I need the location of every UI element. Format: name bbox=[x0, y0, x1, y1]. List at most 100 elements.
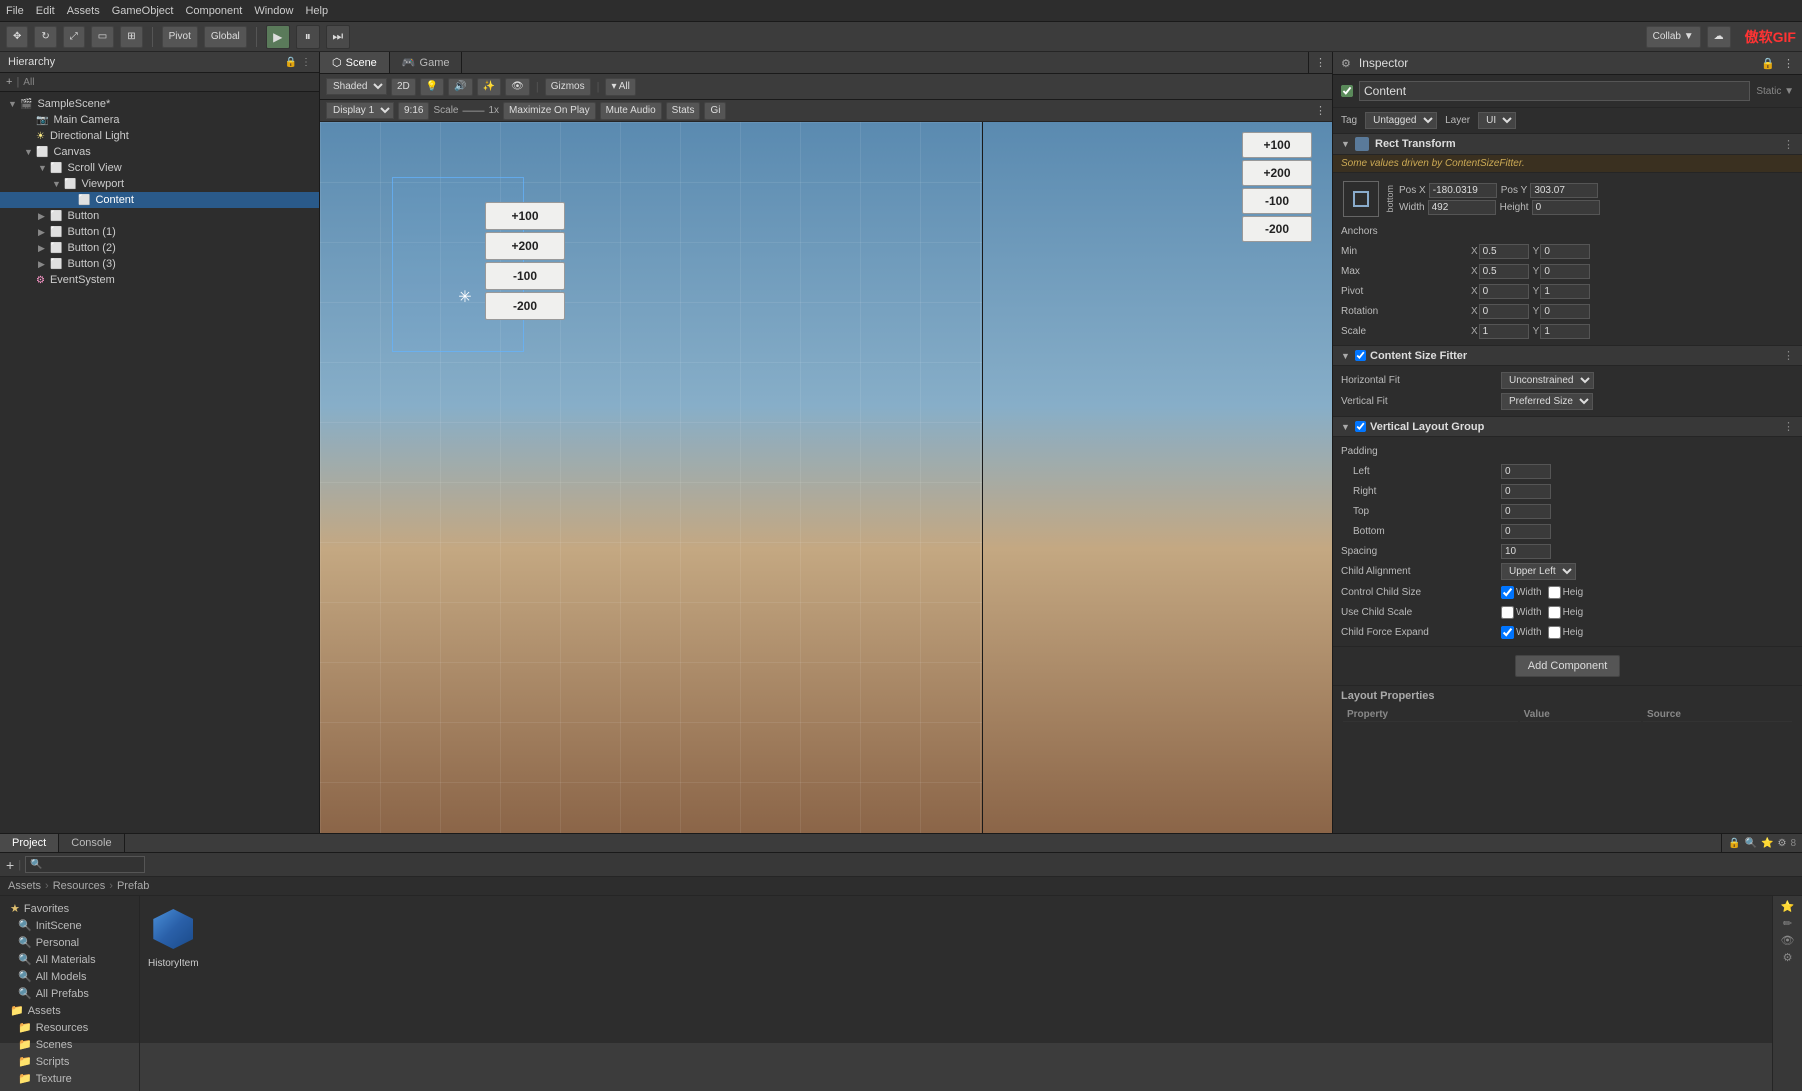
rot-x[interactable] bbox=[1479, 304, 1529, 319]
scene-fx[interactable]: ✨ bbox=[477, 78, 501, 96]
scene-lights[interactable]: 💡 bbox=[420, 78, 444, 96]
hierarchy-add[interactable]: + bbox=[6, 76, 12, 88]
child-alignment-dropdown[interactable]: Upper Left bbox=[1501, 563, 1576, 580]
bottom-search[interactable]: 🔍 bbox=[1745, 838, 1757, 849]
bottom-tab-console[interactable]: Console bbox=[59, 834, 124, 852]
toolbar-play[interactable]: ▶ bbox=[266, 25, 290, 49]
right-tb-star[interactable]: ⭐ bbox=[1781, 900, 1795, 913]
game-btn-minus200[interactable]: -200 bbox=[1242, 216, 1312, 242]
sidebar-item-allprefabs[interactable]: 🔍 All Prefabs bbox=[0, 985, 139, 1002]
scale-x[interactable] bbox=[1479, 324, 1529, 339]
game-btn-plus100[interactable]: +100 bbox=[1242, 132, 1312, 158]
project-add-btn[interactable]: + bbox=[6, 857, 14, 873]
menu-window[interactable]: Window bbox=[254, 5, 293, 17]
height-field[interactable] bbox=[1532, 200, 1600, 215]
game-btn-plus200[interactable]: +200 bbox=[1242, 160, 1312, 186]
tree-item-button[interactable]: ▶ ⬜ Button bbox=[0, 208, 319, 224]
nav-assets[interactable]: Assets bbox=[8, 880, 41, 892]
tree-item-scrollview[interactable]: ▼ ⬜ Scroll View bbox=[0, 160, 319, 176]
scene-btn-plus200[interactable]: +200 bbox=[485, 232, 565, 260]
toolbar-transform-move[interactable]: ✥ bbox=[6, 26, 28, 48]
scale-y[interactable] bbox=[1540, 324, 1590, 339]
control-height-checkbox[interactable] bbox=[1548, 586, 1561, 599]
scene-hidden[interactable]: 👁 bbox=[505, 78, 530, 96]
pos-y-field[interactable] bbox=[1530, 183, 1598, 198]
toolbar-transform-rect[interactable]: ▭ bbox=[91, 26, 114, 48]
game-ratio[interactable]: 9:16 bbox=[398, 102, 429, 120]
scene-2d-toggle[interactable]: 2D bbox=[391, 78, 416, 96]
sidebar-item-favorites[interactable]: ★ Favorites bbox=[0, 900, 139, 917]
toolbar-collab[interactable]: Collab ▼ bbox=[1646, 26, 1701, 48]
game-stats[interactable]: Stats bbox=[666, 102, 701, 120]
game-display-dropdown[interactable]: Display 1 bbox=[326, 102, 394, 119]
menu-file[interactable]: File bbox=[6, 5, 24, 17]
game-menu[interactable]: ⋮ bbox=[1315, 104, 1326, 117]
bottom-star[interactable]: ⭐ bbox=[1761, 838, 1773, 849]
tree-item-content[interactable]: ▶ ⬜ Content bbox=[0, 192, 319, 208]
component-active-checkbox[interactable] bbox=[1341, 85, 1353, 97]
scene-btn-minus200[interactable]: -200 bbox=[485, 292, 565, 320]
sidebar-item-assets-group[interactable]: 📁 Assets bbox=[0, 1002, 139, 1019]
tag-dropdown[interactable]: Untagged bbox=[1365, 112, 1437, 129]
nav-prefab[interactable]: Prefab bbox=[117, 880, 149, 892]
sidebar-item-allmodels[interactable]: 🔍 All Models bbox=[0, 968, 139, 985]
menu-assets[interactable]: Assets bbox=[67, 5, 100, 17]
padding-bottom-field[interactable] bbox=[1501, 524, 1551, 539]
component-name-field[interactable] bbox=[1359, 81, 1750, 101]
game-maximize[interactable]: Maximize On Play bbox=[503, 102, 596, 120]
anchor-max-y[interactable] bbox=[1540, 264, 1590, 279]
game-mute[interactable]: Mute Audio bbox=[600, 102, 662, 120]
force-expand-height-checkbox[interactable] bbox=[1548, 626, 1561, 639]
toolbar-account[interactable]: ☁ bbox=[1707, 26, 1731, 48]
hierarchy-lock[interactable]: 🔒 bbox=[285, 57, 297, 68]
shading-dropdown[interactable]: Shaded bbox=[326, 78, 387, 95]
scene-btn-plus100[interactable]: +100 bbox=[485, 202, 565, 230]
content-size-fitter-header[interactable]: ▼ Content Size Fitter ⋮ bbox=[1333, 346, 1802, 366]
toolbar-pause[interactable]: ⏸ bbox=[296, 25, 320, 49]
rect-transform-menu[interactable]: ⋮ bbox=[1783, 138, 1794, 151]
right-tb-eye[interactable]: 👁 bbox=[1781, 934, 1795, 947]
tree-item-button1[interactable]: ▶ ⬜ Button (1) bbox=[0, 224, 319, 240]
bottom-tab-project[interactable]: Project bbox=[0, 834, 59, 852]
csf-menu[interactable]: ⋮ bbox=[1783, 349, 1794, 362]
use-scale-height-checkbox[interactable] bbox=[1548, 606, 1561, 619]
scene-btn-minus100[interactable]: -100 bbox=[485, 262, 565, 290]
width-field[interactable] bbox=[1428, 200, 1496, 215]
tree-item-button3[interactable]: ▶ ⬜ Button (3) bbox=[0, 256, 319, 272]
pivot-x[interactable] bbox=[1479, 284, 1529, 299]
use-scale-width-checkbox[interactable] bbox=[1501, 606, 1514, 619]
vertical-fit-dropdown[interactable]: Preferred Size bbox=[1501, 393, 1593, 410]
sidebar-item-allmaterials[interactable]: 🔍 All Materials bbox=[0, 951, 139, 968]
toolbar-pivot[interactable]: Pivot bbox=[162, 26, 198, 48]
sidebar-item-scripts[interactable]: 📁 Scripts bbox=[0, 1053, 139, 1070]
control-width-checkbox[interactable] bbox=[1501, 586, 1514, 599]
force-expand-width-checkbox[interactable] bbox=[1501, 626, 1514, 639]
rot-y[interactable] bbox=[1540, 304, 1590, 319]
inspector-lock[interactable]: 🔒 bbox=[1761, 57, 1775, 70]
tree-item-viewport[interactable]: ▼ ⬜ Viewport bbox=[0, 176, 319, 192]
menu-gameobject[interactable]: GameObject bbox=[112, 5, 174, 17]
sidebar-item-texture[interactable]: 📁 Texture bbox=[0, 1070, 139, 1087]
padding-right-field[interactable] bbox=[1501, 484, 1551, 499]
nav-resources[interactable]: Resources bbox=[53, 880, 106, 892]
menu-edit[interactable]: Edit bbox=[36, 5, 55, 17]
right-tb-settings[interactable]: ⚙ bbox=[1783, 951, 1793, 964]
tree-item-maincamera[interactable]: ▶ 📷 Main Camera bbox=[0, 112, 319, 128]
vlg-header[interactable]: ▼ Vertical Layout Group ⋮ bbox=[1333, 417, 1802, 437]
sidebar-item-resources[interactable]: 📁 Resources bbox=[0, 1019, 139, 1036]
game-btn-minus100[interactable]: -100 bbox=[1242, 188, 1312, 214]
pivot-y[interactable] bbox=[1540, 284, 1590, 299]
tree-item-canvas[interactable]: ▼ ⬜ Canvas bbox=[0, 144, 319, 160]
toolbar-transform-rotate[interactable]: ↻ bbox=[34, 26, 56, 48]
tree-item-eventsystem[interactable]: ▶ ⚙ EventSystem bbox=[0, 272, 319, 288]
tree-item-directionallight[interactable]: ▶ ☀ Directional Light bbox=[0, 128, 319, 144]
bottom-settings[interactable]: ⚙ bbox=[1777, 838, 1786, 849]
anchor-max-x[interactable] bbox=[1479, 264, 1529, 279]
toolbar-transform-scale[interactable]: ⤢ bbox=[63, 26, 85, 48]
tab-game[interactable]: 🎮 Game bbox=[390, 52, 463, 73]
tab-scene[interactable]: ⬡ Scene bbox=[320, 52, 390, 73]
hierarchy-menu[interactable]: ⋮ bbox=[301, 57, 311, 68]
padding-top-field[interactable] bbox=[1501, 504, 1551, 519]
pos-x-field[interactable] bbox=[1429, 183, 1497, 198]
menu-help[interactable]: Help bbox=[305, 5, 328, 17]
